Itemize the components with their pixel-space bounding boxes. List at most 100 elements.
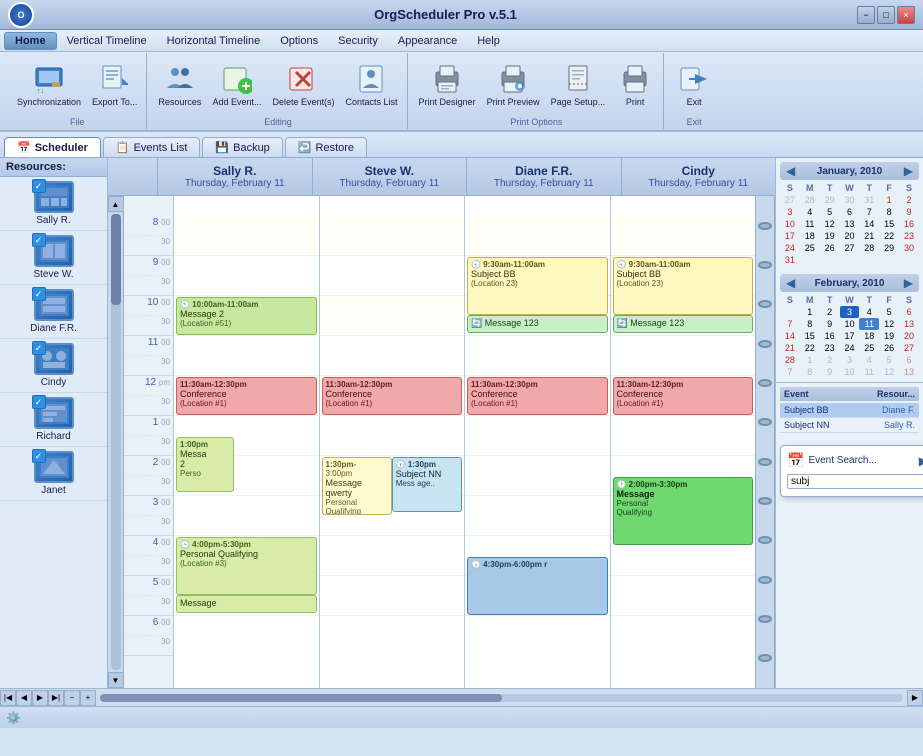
export-button[interactable]: Export To... [87, 55, 142, 115]
resource-sally-check[interactable]: ✓ [32, 179, 46, 193]
h-scroll-prev-btn[interactable]: ◀ [16, 690, 32, 706]
h-scroll-right-btn[interactable]: ▶ [907, 690, 923, 706]
tab-scheduler[interactable]: 📅 Scheduler [4, 137, 101, 157]
status-icon: ⚙️ [6, 711, 21, 725]
scheduler-header: Sally R. Thursday, February 11 Steve W. … [108, 158, 775, 196]
resource-steve-icon: ✓ [34, 235, 74, 267]
h-scroll-plus-btn[interactable]: + [80, 690, 96, 706]
event-sally-conference11[interactable]: 11:30am-12:30pm Conference (Location #1) [176, 377, 317, 415]
feb-prev-btn[interactable]: ◀ [784, 276, 797, 290]
file-group-label: File [12, 117, 142, 127]
tab-backup[interactable]: 💾 Backup [202, 137, 282, 157]
menu-vertical-timeline[interactable]: Vertical Timeline [57, 33, 157, 49]
print-preview-button[interactable]: Print Preview [482, 55, 545, 115]
maximize-button[interactable]: □ [877, 6, 895, 24]
steve-col-date: Thursday, February 11 [339, 178, 439, 189]
event-cindy-message123[interactable]: 🔄 Message 123 [613, 315, 754, 333]
event-steve-message-qwerty[interactable]: 1:30pm- 3:00pm Message qwerty Personal Q… [322, 457, 392, 515]
event-list-row-1[interactable]: Subject NN Sally R. [780, 418, 919, 433]
close-button[interactable]: × [897, 6, 915, 24]
horiz-scrollbar: |◀ ◀ ▶ ▶| − + ▶ [0, 688, 923, 706]
toolbar-exit-group: Exit Exit [666, 53, 722, 129]
h-scroll-first-btn[interactable]: |◀ [0, 690, 16, 706]
resource-sally[interactable]: ✓ Sally R. [0, 177, 107, 231]
toolbar-print-group: Print Designer Print Preview [410, 53, 665, 129]
contacts-button[interactable]: Contacts List [341, 55, 403, 115]
scroll-up-btn[interactable]: ▲ [108, 196, 124, 212]
menu-horizontal-timeline[interactable]: Horizontal Timeline [157, 33, 271, 49]
col-header-steve: Steve W. Thursday, February 11 [313, 158, 468, 195]
h-scroll-minus-btn[interactable]: − [64, 690, 80, 706]
event-name-1: Subject NN [784, 420, 884, 430]
event-steve-conference[interactable]: 11:30am-12:30pm Conference (Location #1) [322, 377, 463, 415]
resource-diane[interactable]: ✓ Diane F.R. [0, 285, 107, 339]
print-designer-button[interactable]: Print Designer [414, 55, 481, 115]
mini-cal-jan: ◀ January, 2010 ▶ SMTWTFS 272829303112 3… [776, 158, 923, 270]
jan-prev-btn[interactable]: ◀ [784, 164, 797, 178]
resources-button[interactable]: Resources [153, 55, 206, 115]
menubar: Home Vertical Timeline Horizontal Timeli… [0, 30, 923, 52]
tab-restore[interactable]: ↩️ Restore [285, 137, 367, 157]
cindy-column: 🕤 9:30am-11:00am Subject BB (Location 23… [611, 196, 756, 688]
search-title: 📅 Event Search... ▶ [787, 452, 923, 469]
event-cindy-message-personal[interactable]: 🕑 2:00pm-3:30pm Message Personal Qualify… [613, 477, 754, 545]
search-title-label: Event Search... [808, 455, 876, 466]
event-diane-message123[interactable]: 🔄 Message 123 [467, 315, 608, 333]
resource-diane-check[interactable]: ✓ [32, 287, 46, 301]
resource-richard-name: Richard [36, 431, 70, 442]
feb-next-btn[interactable]: ▶ [902, 276, 915, 290]
scroll-down-btn[interactable]: ▼ [108, 672, 124, 688]
exit-button[interactable]: Exit [670, 55, 718, 115]
menu-security[interactable]: Security [328, 33, 388, 49]
resource-janet-check[interactable]: ✓ [32, 449, 46, 463]
resource-richard[interactable]: ✓ Richard [0, 393, 107, 447]
sally-col-date: Thursday, February 11 [185, 178, 285, 189]
h-scroll-track[interactable] [100, 694, 903, 702]
page-setup-button[interactable]: Page Setup... [546, 55, 611, 115]
menu-appearance[interactable]: Appearance [388, 33, 467, 49]
minimize-button[interactable]: − [857, 6, 875, 24]
menu-home[interactable]: Home [4, 32, 57, 50]
event-cindy-subject-bb[interactable]: 🕤 9:30am-11:00am Subject BB (Location 23… [613, 257, 754, 315]
h-scroll-last-btn[interactable]: ▶| [48, 690, 64, 706]
jan-next-btn[interactable]: ▶ [902, 164, 915, 178]
event-sally-message1pm[interactable]: 1:00pm Messa 2 Perso [176, 437, 234, 492]
add-event-button[interactable]: Add Event... [207, 55, 266, 115]
event-steve-subject-nn[interactable]: 🕜 1:30pm Subject NN Mess age.. [392, 457, 462, 512]
resource-janet[interactable]: ✓ Janet [0, 447, 107, 501]
events-list-tab-label: Events List [134, 142, 188, 154]
event-diane-430[interactable]: 🕟 4:30pm-6:00pm r [467, 557, 608, 615]
resource-richard-check[interactable]: ✓ [32, 395, 46, 409]
exit-group-label: Exit [670, 117, 718, 127]
resource-steve-check[interactable]: ✓ [32, 233, 46, 247]
menu-options[interactable]: Options [270, 33, 328, 49]
search-expand-btn[interactable]: ▶ [919, 454, 923, 468]
exit-icon [678, 63, 710, 95]
event-sally-personal-qualifying[interactable]: 🕓 4:00pm-5:30pm Personal Qualifying (Loc… [176, 537, 317, 595]
menu-help[interactable]: Help [467, 33, 510, 49]
resource-janet-icon: ✓ [34, 451, 74, 483]
h-scroll-next-btn[interactable]: ▶ [32, 690, 48, 706]
resource-steve[interactable]: ✓ Steve W. [0, 231, 107, 285]
resource-cindy-check[interactable]: ✓ [32, 341, 46, 355]
time-col-header [108, 158, 158, 195]
steve-column: 11:30am-12:30pm Conference (Location #1)… [320, 196, 466, 688]
tab-events-list[interactable]: 📋 Events List [103, 137, 201, 157]
print-button[interactable]: Print [611, 55, 659, 115]
resources-panel: Resources: ✓ Sally R. ✓ Steve W. ✓ Diane… [0, 158, 108, 688]
event-sally-conference10[interactable]: 🕙 10:00am-11:00am Message 2 (Location #5… [176, 297, 317, 335]
search-input[interactable] [787, 474, 923, 489]
event-diane-conference[interactable]: 11:30am-12:30pm Conference (Location #1) [467, 377, 608, 415]
delete-event-button[interactable]: Delete Event(s) [267, 55, 339, 115]
sync-button[interactable]: ↑↓ Synchronization [12, 55, 86, 115]
event-cindy-conference[interactable]: 11:30am-12:30pm Conference (Location #1) [613, 377, 754, 415]
vert-scroll-thumb [111, 214, 121, 305]
h-scroll-thumb [100, 694, 502, 702]
sally-column: 🕙 10:00am-11:00am Message 2 (Location #5… [174, 196, 320, 688]
tabbar: 📅 Scheduler 📋 Events List 💾 Backup ↩️ Re… [0, 132, 923, 158]
event-list-row-0[interactable]: Subject BB Diane F. [780, 403, 919, 418]
event-sally-message-below[interactable]: Message [176, 595, 317, 613]
event-diane-subject-bb[interactable]: 🕤 9:30am-11:00am Subject BB (Location 23… [467, 257, 608, 315]
statusbar: ⚙️ [0, 706, 923, 728]
resource-cindy[interactable]: ✓ Cindy [0, 339, 107, 393]
